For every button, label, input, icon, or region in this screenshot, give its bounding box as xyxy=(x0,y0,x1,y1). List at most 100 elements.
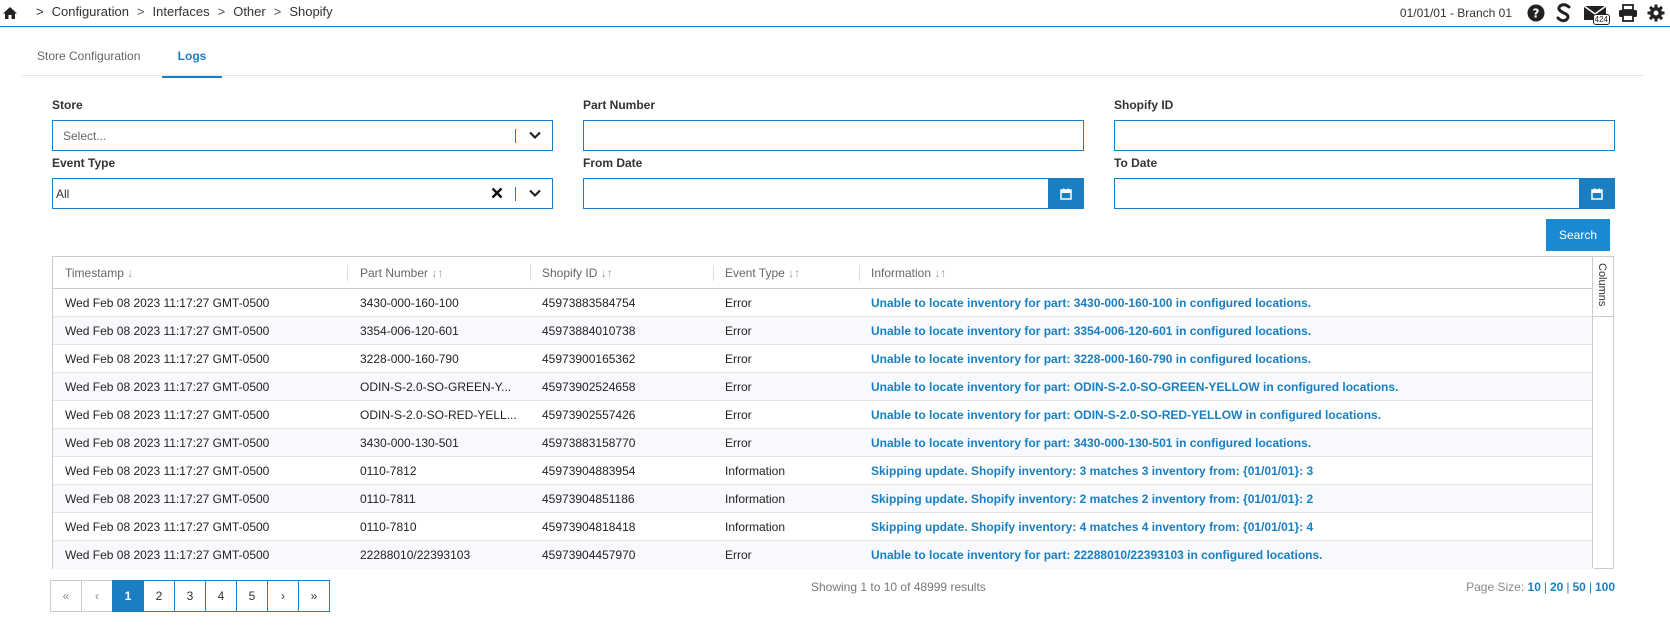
cell-event-type: Information xyxy=(725,520,786,534)
cell-event-type: Information xyxy=(725,492,786,506)
header-actions: 01/01/01 - Branch 01 ? 424 xyxy=(1400,2,1666,25)
sort-icon[interactable]: ↓ xyxy=(127,266,133,280)
breadcrumb: > Configuration > Interfaces > Other > S… xyxy=(36,4,333,19)
cell-shopify-id: 45973904883954 xyxy=(542,464,636,478)
branch-selector[interactable]: 01/01/01 - Branch 01 xyxy=(1400,6,1512,20)
page-size-20[interactable]: 20 xyxy=(1550,580,1563,594)
search-button[interactable]: Search xyxy=(1546,219,1610,251)
store-label: Store xyxy=(52,98,83,112)
column-header-part-number[interactable]: Part Number ↓↑ xyxy=(360,266,443,280)
prev-page-button[interactable]: ‹ xyxy=(81,580,113,612)
first-page-button[interactable]: « xyxy=(50,580,82,612)
page-button-3[interactable]: 3 xyxy=(174,580,206,612)
table-row[interactable]: Wed Feb 08 2023 11:17:27 GMT-0500 3430-0… xyxy=(53,289,1594,317)
column-label: Timestamp xyxy=(65,266,124,280)
cell-shopify-id: 45973900165362 xyxy=(542,352,636,366)
table-row[interactable]: Wed Feb 08 2023 11:17:27 GMT-0500 222880… xyxy=(53,541,1594,569)
cell-information: Unable to locate inventory for part: ODI… xyxy=(871,380,1399,394)
breadcrumb-item-other[interactable]: Other xyxy=(233,4,266,19)
cell-event-type: Error xyxy=(725,408,752,422)
cell-information: Skipping update. Shopify inventory: 3 ma… xyxy=(871,464,1314,478)
column-header-timestamp[interactable]: Timestamp ↓ xyxy=(65,266,133,280)
calendar-icon[interactable] xyxy=(1048,178,1084,209)
last-page-button[interactable]: » xyxy=(298,580,330,612)
cell-part-number: 0110-7811 xyxy=(360,492,416,506)
next-page-button[interactable]: › xyxy=(267,580,299,612)
columns-panel-toggle[interactable]: Columns xyxy=(1592,257,1613,317)
part-number-input[interactable] xyxy=(583,120,1084,151)
page-button-2[interactable]: 2 xyxy=(143,580,175,612)
cell-timestamp: Wed Feb 08 2023 11:17:27 GMT-0500 xyxy=(65,380,270,394)
mail-icon[interactable]: 424 xyxy=(1582,3,1610,25)
breadcrumb-item-shopify: Shopify xyxy=(289,4,333,19)
cell-part-number: 3430-000-160-100 xyxy=(360,296,459,310)
sort-icon[interactable]: ↓↑ xyxy=(601,266,613,280)
from-date-input[interactable] xyxy=(583,178,1084,209)
cell-timestamp: Wed Feb 08 2023 11:17:27 GMT-0500 xyxy=(65,408,270,422)
column-label: Part Number xyxy=(360,266,429,280)
page-button-1[interactable]: 1 xyxy=(112,580,144,612)
page-size-selector: Page Size: 10 | 20 | 50 | 100 xyxy=(1466,580,1615,594)
page-size-10[interactable]: 10 xyxy=(1528,580,1541,594)
cell-information: Unable to locate inventory for part: 343… xyxy=(871,436,1312,450)
help-icon[interactable]: ? xyxy=(1526,3,1546,23)
table-row[interactable]: Wed Feb 08 2023 11:17:27 GMT-0500 0110-7… xyxy=(53,457,1594,485)
sort-icon[interactable]: ↓↑ xyxy=(788,266,800,280)
print-icon[interactable] xyxy=(1618,3,1638,23)
page-button-4[interactable]: 4 xyxy=(205,580,237,612)
cell-part-number: ODIN-S-2.0-SO-GREEN-Y... xyxy=(360,380,512,394)
results-summary: Showing 1 to 10 of 48999 results xyxy=(811,580,986,594)
table-header: Timestamp ↓ Part Number ↓↑ Shopify ID ↓↑… xyxy=(53,257,1594,289)
event-type-value: All xyxy=(56,187,70,201)
table-row[interactable]: Wed Feb 08 2023 11:17:27 GMT-0500 3354-0… xyxy=(53,317,1594,345)
sort-icon[interactable]: ↓↑ xyxy=(431,266,443,280)
cell-shopify-id: 45973902557426 xyxy=(542,408,636,422)
columns-panel-label: Columns xyxy=(1596,263,1608,307)
cell-event-type: Error xyxy=(725,352,752,366)
table-row[interactable]: Wed Feb 08 2023 11:17:27 GMT-0500 0110-7… xyxy=(53,513,1594,541)
chevron-down-icon[interactable] xyxy=(527,127,543,143)
event-type-label: Event Type xyxy=(52,156,116,170)
cell-part-number: 22288010/22393103 xyxy=(360,548,471,562)
breadcrumb-separator: > xyxy=(136,4,145,19)
tab-bar: Store Configuration Logs xyxy=(22,46,1644,78)
pagination: « ‹ 1 2 3 4 5 › » xyxy=(50,580,330,612)
calendar-icon[interactable] xyxy=(1579,178,1615,209)
cell-part-number: 0110-7812 xyxy=(360,464,417,478)
column-label: Information xyxy=(871,266,932,280)
store-select[interactable]: Select... xyxy=(52,120,553,151)
column-header-event-type[interactable]: Event Type ↓↑ xyxy=(725,266,800,280)
home-icon[interactable] xyxy=(2,5,18,21)
breadcrumb-item-configuration[interactable]: Configuration xyxy=(52,4,129,19)
breadcrumb-item-interfaces[interactable]: Interfaces xyxy=(153,4,210,19)
table-row[interactable]: Wed Feb 08 2023 11:17:27 GMT-0500 3228-0… xyxy=(53,345,1594,373)
cell-part-number: 3228-000-160-790 xyxy=(360,352,459,366)
to-date-input[interactable] xyxy=(1114,178,1615,209)
cell-event-type: Information xyxy=(725,464,786,478)
cell-information: Unable to locate inventory for part: 322… xyxy=(871,352,1312,366)
tab-logs[interactable]: Logs xyxy=(162,49,222,78)
page-size-50[interactable]: 50 xyxy=(1572,580,1585,594)
column-label: Shopify ID xyxy=(542,266,598,280)
column-header-information[interactable]: Information ↓↑ xyxy=(871,266,946,280)
s-logo-icon[interactable] xyxy=(1554,3,1574,23)
cell-part-number: 0110-7810 xyxy=(360,520,417,534)
table-row[interactable]: Wed Feb 08 2023 11:17:27 GMT-0500 0110-7… xyxy=(53,485,1594,513)
shopify-id-input[interactable] xyxy=(1114,120,1615,151)
page-button-5[interactable]: 5 xyxy=(236,580,268,612)
chevron-down-icon[interactable] xyxy=(527,185,543,201)
clear-icon[interactable] xyxy=(489,185,505,201)
sort-icon[interactable]: ↓↑ xyxy=(934,266,946,280)
page-size-100[interactable]: 100 xyxy=(1595,580,1615,594)
table-row[interactable]: Wed Feb 08 2023 11:17:27 GMT-0500 3430-0… xyxy=(53,429,1594,457)
event-type-select[interactable]: All xyxy=(52,178,553,209)
table-row[interactable]: Wed Feb 08 2023 11:17:27 GMT-0500 ODIN-S… xyxy=(53,373,1594,401)
cell-shopify-id: 45973902524658 xyxy=(542,380,636,394)
tab-store-configuration[interactable]: Store Configuration xyxy=(37,49,140,73)
gear-icon[interactable] xyxy=(1646,3,1666,23)
cell-shopify-id: 45973884010738 xyxy=(542,324,636,338)
table-row[interactable]: Wed Feb 08 2023 11:17:27 GMT-0500 ODIN-S… xyxy=(53,401,1594,429)
top-bar: > Configuration > Interfaces > Other > S… xyxy=(0,0,1670,27)
column-header-shopify-id[interactable]: Shopify ID ↓↑ xyxy=(542,266,613,280)
shopify-id-label: Shopify ID xyxy=(1114,98,1174,112)
